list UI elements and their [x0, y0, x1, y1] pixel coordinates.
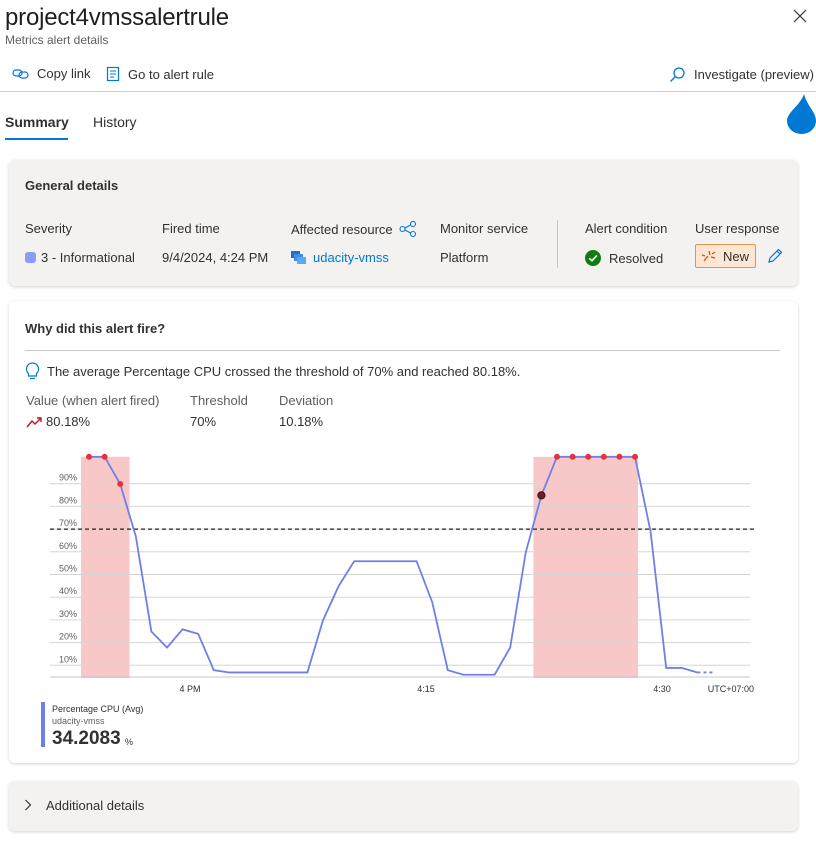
y-tick-label: 80% — [59, 495, 77, 505]
alert-region — [533, 456, 639, 678]
y-tick-label: 90% — [59, 473, 77, 483]
x-tick-label: 4:30 — [653, 684, 671, 694]
y-tick-label: 50% — [59, 564, 77, 574]
y-tick-label: 60% — [59, 541, 77, 551]
timezone-label: UTC+07:00 — [708, 684, 754, 694]
alert-point — [86, 453, 92, 460]
y-tick-label: 40% — [59, 586, 77, 596]
additional-details-label[interactable]: Additional details — [46, 798, 144, 813]
y-tick-label: 20% — [59, 632, 77, 642]
cpu-metric-chart: 10% 20% 30% 40% 50% 60% 70% 80% 90% 4 PM 4:15 4:30 U… — [50, 453, 755, 694]
alert-point — [101, 453, 108, 460]
alert-point — [569, 453, 576, 460]
alert-point — [600, 453, 607, 460]
x-tick-label: 4:15 — [417, 684, 435, 694]
alert-point — [585, 453, 592, 460]
legend-unit: % — [125, 737, 134, 747]
chevron-right-icon[interactable] — [24, 799, 32, 811]
legend-series-name: Percentage CPU (Avg) — [52, 704, 144, 714]
y-tick-label: 30% — [59, 609, 77, 619]
alert-point — [554, 453, 560, 460]
legend-value: 34.2083 — [52, 728, 121, 749]
x-tick-label: 4 PM — [179, 684, 200, 694]
alert-point — [616, 453, 623, 460]
y-tick-label: 70% — [59, 518, 77, 528]
y-tick-label: 10% — [59, 654, 77, 664]
alert-point — [632, 453, 638, 460]
fired-point — [537, 491, 546, 500]
legend-color-bar — [41, 702, 45, 747]
alert-point — [117, 481, 124, 488]
legend-resource-name: udacity-vmss — [52, 716, 105, 726]
